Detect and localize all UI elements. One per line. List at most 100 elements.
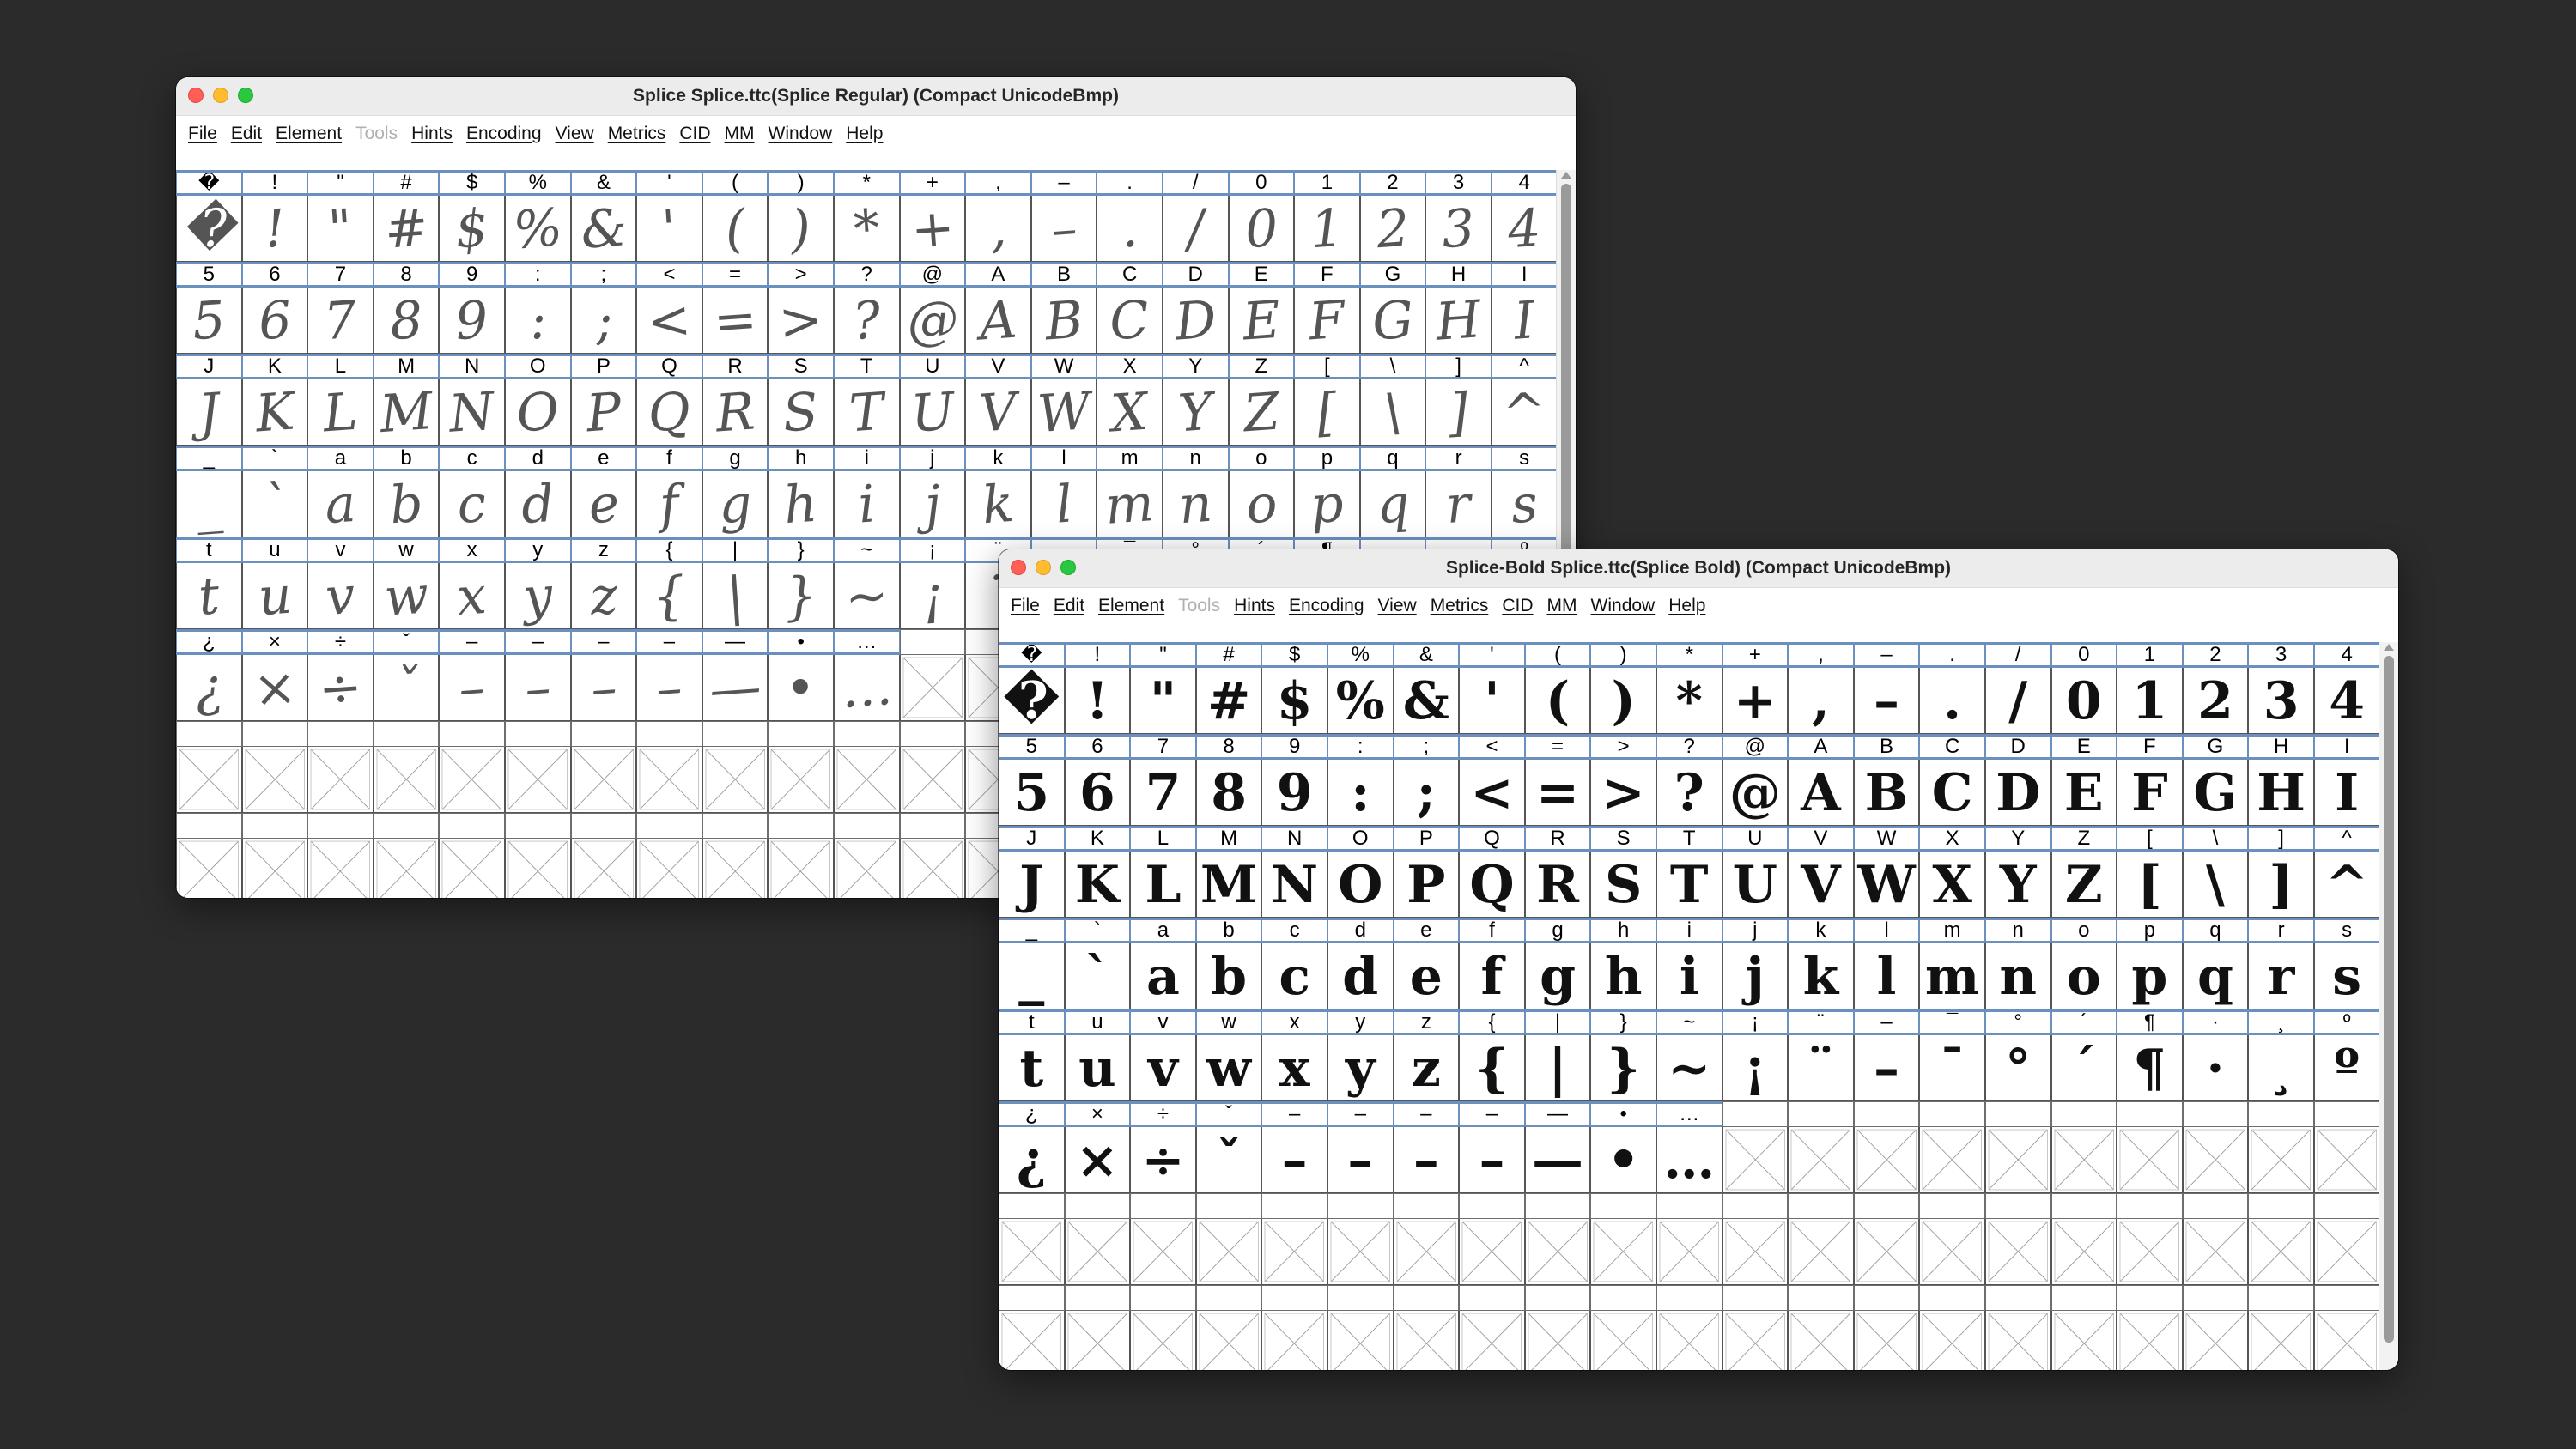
- glyph-label[interactable]: [176, 721, 242, 747]
- glyph-cell[interactable]: {: [636, 563, 702, 629]
- glyph-label[interactable]: p: [2117, 918, 2183, 943]
- glyph-cell[interactable]: |: [1524, 1035, 1591, 1101]
- glyph-cell[interactable]: O: [504, 379, 571, 446]
- glyph-cell[interactable]: P: [1393, 852, 1460, 918]
- glyph-cell[interactable]: T: [1656, 852, 1722, 918]
- glyph-label[interactable]: x: [439, 537, 505, 563]
- glyph-cell[interactable]: E: [2050, 760, 2117, 826]
- glyph-cell[interactable]: `: [241, 471, 308, 537]
- glyph-cell[interactable]: _: [176, 471, 242, 537]
- glyph-label[interactable]: d: [1327, 918, 1394, 943]
- glyph-label[interactable]: [833, 721, 900, 747]
- glyph-label[interactable]: ´: [2050, 1009, 2117, 1035]
- empty-glyph-slot[interactable]: [307, 839, 374, 898]
- glyph-label[interactable]: c: [439, 446, 505, 471]
- menu-file[interactable]: File: [1005, 596, 1048, 616]
- empty-glyph-slot[interactable]: [1524, 1311, 1591, 1370]
- glyph-label[interactable]: [504, 813, 571, 839]
- glyph-label[interactable]: :: [1327, 734, 1394, 760]
- glyph-cell[interactable]: Z: [2050, 852, 2117, 918]
- glyph-label[interactable]: E: [2050, 734, 2117, 760]
- empty-glyph-slot[interactable]: [2050, 1127, 2117, 1193]
- glyph-label[interactable]: ]: [2248, 826, 2314, 852]
- glyph-cell[interactable]: v: [307, 563, 374, 629]
- glyph-label[interactable]: F: [2117, 734, 2183, 760]
- empty-glyph-slot[interactable]: [1195, 1311, 1262, 1370]
- glyph-label[interactable]: U: [1722, 826, 1789, 852]
- glyph-label[interactable]: T: [833, 354, 900, 379]
- glyph-cell[interactable]: :: [504, 288, 571, 354]
- glyph-cell[interactable]: M: [373, 379, 440, 446]
- menu-metrics[interactable]: Metrics: [1425, 596, 1498, 616]
- glyph-label[interactable]: X: [1919, 826, 1985, 852]
- empty-glyph-slot[interactable]: [2182, 1219, 2249, 1285]
- empty-glyph-slot[interactable]: [899, 747, 966, 813]
- glyph-cell[interactable]: +: [899, 196, 966, 262]
- glyph-cell[interactable]: w: [373, 563, 440, 629]
- empty-glyph-slot[interactable]: [1722, 1127, 1789, 1193]
- glyph-label[interactable]: 7: [1130, 734, 1196, 760]
- glyph-cell[interactable]: t: [176, 563, 242, 629]
- glyph-label[interactable]: h: [768, 446, 834, 471]
- empty-glyph-slot[interactable]: [1327, 1311, 1394, 1370]
- glyph-cell[interactable]: —: [1524, 1127, 1591, 1193]
- glyph-label[interactable]: 8: [373, 262, 440, 288]
- glyph-cell[interactable]: •: [1590, 1127, 1656, 1193]
- glyph-label[interactable]: [1459, 1193, 1525, 1219]
- empty-glyph-slot[interactable]: [1393, 1219, 1460, 1285]
- glyph-label[interactable]: ¡: [1722, 1009, 1789, 1035]
- glyph-label[interactable]: k: [965, 446, 1031, 471]
- glyph-label[interactable]: (: [702, 170, 769, 196]
- glyph-cell[interactable]: *: [833, 196, 900, 262]
- glyph-cell[interactable]: \: [1359, 379, 1426, 446]
- glyph-cell[interactable]: }: [768, 563, 834, 629]
- glyph-cell[interactable]: –: [439, 655, 505, 721]
- glyph-label[interactable]: [2313, 1193, 2380, 1219]
- glyph-label[interactable]: #: [1195, 642, 1262, 668]
- glyph-label[interactable]: %: [504, 170, 571, 196]
- glyph-cell[interactable]: ]: [1425, 379, 1492, 446]
- glyph-label[interactable]: Q: [636, 354, 702, 379]
- glyph-cell[interactable]: o: [2050, 943, 2117, 1009]
- glyph-label[interactable]: K: [1064, 826, 1131, 852]
- glyph-cell[interactable]: h: [768, 471, 834, 537]
- glyph-label[interactable]: s: [2313, 918, 2380, 943]
- glyph-label[interactable]: _: [999, 918, 1065, 943]
- empty-glyph-slot[interactable]: [1722, 1219, 1789, 1285]
- glyph-label[interactable]: w: [373, 537, 440, 563]
- glyph-label[interactable]: •: [768, 629, 834, 655]
- glyph-label[interactable]: [1853, 1285, 1920, 1311]
- glyph-cell[interactable]: D: [1162, 288, 1229, 354]
- glyph-label[interactable]: [1722, 1285, 1789, 1311]
- glyph-label[interactable]: –: [1853, 642, 1920, 668]
- glyph-label[interactable]: [1919, 1285, 1985, 1311]
- glyph-cell[interactable]: (: [702, 196, 769, 262]
- glyph-cell[interactable]: ": [307, 196, 374, 262]
- glyph-label[interactable]: –: [1030, 170, 1097, 196]
- glyph-label[interactable]: •: [1590, 1101, 1656, 1127]
- glyph-cell[interactable]: 6: [241, 288, 308, 354]
- glyph-cell[interactable]: –: [1327, 1127, 1394, 1193]
- glyph-cell[interactable]: n: [1984, 943, 2051, 1009]
- empty-glyph-slot[interactable]: [241, 839, 308, 898]
- glyph-label[interactable]: [1919, 1193, 1985, 1219]
- glyph-label[interactable]: 5: [176, 262, 242, 288]
- glyph-label[interactable]: [899, 813, 966, 839]
- glyph-label[interactable]: [2182, 1193, 2249, 1219]
- glyph-cell[interactable]: =: [702, 288, 769, 354]
- glyph-cell[interactable]: B: [1853, 760, 1920, 826]
- glyph-cell[interactable]: k: [1788, 943, 1854, 1009]
- glyph-label[interactable]: [: [1294, 354, 1360, 379]
- glyph-label[interactable]: [: [2117, 826, 2183, 852]
- glyph-cell[interactable]: `: [1064, 943, 1131, 1009]
- glyph-cell[interactable]: &: [1393, 668, 1460, 734]
- glyph-cell[interactable]: ¸: [2248, 1035, 2314, 1101]
- empty-glyph-slot[interactable]: [999, 1219, 1065, 1285]
- empty-glyph-slot[interactable]: [1788, 1219, 1854, 1285]
- glyph-label[interactable]: _: [176, 446, 242, 471]
- glyph-cell[interactable]: 2: [1359, 196, 1426, 262]
- glyph-label[interactable]: [1788, 1101, 1854, 1127]
- glyph-label[interactable]: [1656, 1193, 1722, 1219]
- glyph-cell[interactable]: o: [1228, 471, 1295, 537]
- glyph-label[interactable]: T: [1656, 826, 1722, 852]
